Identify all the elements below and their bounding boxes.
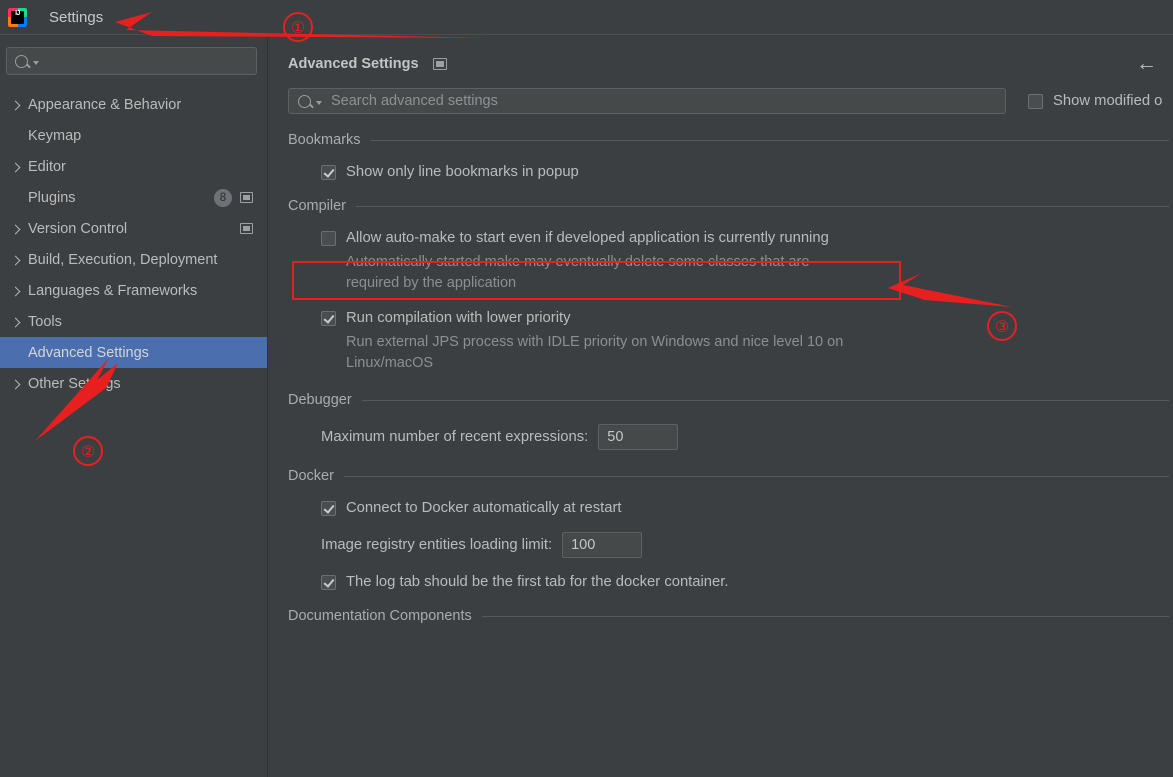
sidebar-item-editor[interactable]: Editor	[0, 151, 267, 182]
sidebar-item-version-control[interactable]: Version Control	[0, 213, 267, 244]
section-header: Bookmarks	[288, 132, 1173, 148]
window-titlebar: IJ Settings	[0, 0, 1173, 35]
settings-sections: Bookmarks Show only line bookmarks in pop…	[288, 132, 1173, 624]
setting-checkbox-row[interactable]: Run compilation with lower priority	[321, 310, 1173, 326]
sidebar-item-label: Advanced Settings	[28, 344, 149, 361]
plugins-update-badge: 8	[214, 188, 232, 207]
section-title: Documentation Components	[288, 608, 472, 624]
setting-label: Allow auto-make to start even if develop…	[346, 230, 829, 246]
setting-field-row: Image registry entities loading limit: 10…	[321, 532, 1173, 558]
section-bookmarks: Bookmarks Show only line bookmarks in pop…	[288, 132, 1173, 180]
show-modified-only-checkbox[interactable]: Show modified o	[1028, 93, 1162, 109]
setting-checkbox-row[interactable]: Show only line bookmarks in popup	[321, 164, 1173, 180]
checkbox-box[interactable]	[321, 574, 336, 590]
window-body: Appearance & Behavior Keymap Editor Plugins…	[0, 35, 1173, 777]
section-divider	[370, 139, 1169, 141]
section-header: Docker	[288, 468, 1173, 484]
section-divider	[481, 615, 1169, 617]
window-title: Settings	[49, 8, 104, 26]
setting-number-input[interactable]: 50	[598, 424, 679, 450]
sidebar-item-appearance-behavior[interactable]: Appearance & Behavior	[0, 89, 267, 120]
sidebar-item-label: Appearance & Behavior	[28, 96, 182, 113]
section-title: Compiler	[288, 198, 347, 214]
sidebar-item-label: Keymap	[28, 127, 82, 144]
search-icon	[15, 54, 28, 68]
sidebar-item-adornments	[240, 223, 267, 234]
setting-label: Connect to Docker automatically at resta…	[346, 500, 622, 516]
section-divider	[343, 475, 1169, 477]
section-divider	[356, 205, 1169, 207]
setting-checkbox-row[interactable]: Connect to Docker automatically at resta…	[321, 500, 1173, 516]
checkbox-box[interactable]	[321, 500, 336, 516]
setting-label: Show only line bookmarks in popup	[346, 164, 579, 180]
section-debugger: Debugger Maximum number of recent express…	[288, 392, 1173, 450]
advanced-search-row: Search advanced settings Show modified o	[288, 88, 1173, 114]
search-icon	[298, 94, 311, 108]
section-docker: Docker Connect to Docker automatically at…	[288, 468, 1173, 590]
section-title: Bookmarks	[288, 132, 361, 148]
sidebar-item-advanced-settings[interactable]: Advanced Settings	[0, 337, 267, 368]
section-divider	[361, 399, 1169, 401]
checkbox-box[interactable]	[321, 230, 336, 246]
setting-description: Automatically started make may eventuall…	[346, 254, 810, 291]
checkbox-box[interactable]	[321, 164, 336, 180]
section-header: Documentation Components	[288, 608, 1173, 624]
setting-label: Run compilation with lower priority	[346, 310, 571, 326]
sidebar-item-keymap[interactable]: Keymap	[0, 120, 267, 151]
section-title: Debugger	[288, 392, 352, 408]
sidebar-item-label: Tools	[28, 313, 62, 330]
sidebar-item-plugins[interactable]: Plugins 8	[0, 182, 267, 213]
checkbox-box[interactable]	[321, 310, 336, 326]
sidebar-item-adornments: 8	[214, 188, 267, 207]
setting-field-row: Maximum number of recent expressions: 50	[321, 424, 1173, 450]
sidebar-item-label: Editor	[28, 158, 66, 175]
panel-icon[interactable]	[432, 57, 447, 70]
settings-window: IJ Settings Appearance & Behavior Keymap E…	[0, 0, 1173, 777]
sidebar-item-other-settings[interactable]: Other Settings	[0, 368, 267, 399]
sidebar-item-label: Other Settings	[28, 375, 121, 392]
sidebar-item-languages-frameworks[interactable]: Languages & Frameworks	[0, 275, 267, 306]
show-modified-only-label: Show modified o	[1053, 93, 1163, 109]
search-placeholder: Search advanced settings	[331, 93, 498, 109]
section-documentation-components: Documentation Components	[288, 608, 1173, 624]
setting-label: The log tab should be the first tab for …	[346, 574, 729, 590]
settings-main-panel: Advanced Settings ← Search advanced sett…	[268, 35, 1173, 777]
settings-tree: Appearance & Behavior Keymap Editor Plugins…	[0, 85, 267, 399]
setting-checkbox-row[interactable]: The log tab should be the first tab for …	[321, 574, 1173, 590]
section-title: Docker	[288, 468, 334, 484]
sidebar-item-label: Languages & Frameworks	[28, 282, 198, 299]
sidebar-item-label: Plugins	[28, 189, 76, 206]
section-compiler: Compiler Allow auto-make to start even if…	[288, 198, 1173, 374]
sidebar-item-build-execution-deployment[interactable]: Build, Execution, Deployment	[0, 244, 267, 275]
setting-number-input[interactable]: 100	[562, 532, 643, 558]
setting-checkbox-row[interactable]: Allow auto-make to start even if develop…	[321, 230, 1173, 246]
setting-label: Maximum number of recent expressions:	[321, 429, 589, 445]
intellij-idea-logo-icon: IJ	[8, 7, 27, 27]
main-header: Advanced Settings ←	[288, 35, 1173, 86]
sidebar-search-input[interactable]	[6, 47, 257, 75]
setting-label: Image registry entities loading limit:	[321, 537, 553, 553]
section-header: Debugger	[288, 392, 1173, 408]
advanced-settings-search-input[interactable]: Search advanced settings	[288, 88, 1006, 114]
settings-sidebar: Appearance & Behavior Keymap Editor Plugins…	[0, 35, 268, 777]
checkbox-box[interactable]	[1028, 93, 1043, 109]
setting-description: Run external JPS process with IDLE prior…	[346, 334, 844, 371]
page-title: Advanced Settings	[288, 55, 419, 72]
panel-icon[interactable]	[240, 192, 253, 203]
panel-icon[interactable]	[240, 223, 253, 234]
back-arrow-icon[interactable]: ←	[1130, 51, 1163, 76]
sidebar-item-label: Build, Execution, Deployment	[28, 251, 218, 268]
section-header: Compiler	[288, 198, 1173, 214]
chevron-down-icon	[33, 60, 39, 65]
chevron-down-icon	[316, 100, 322, 105]
sidebar-item-label: Version Control	[28, 220, 128, 237]
sidebar-item-tools[interactable]: Tools	[0, 306, 267, 337]
